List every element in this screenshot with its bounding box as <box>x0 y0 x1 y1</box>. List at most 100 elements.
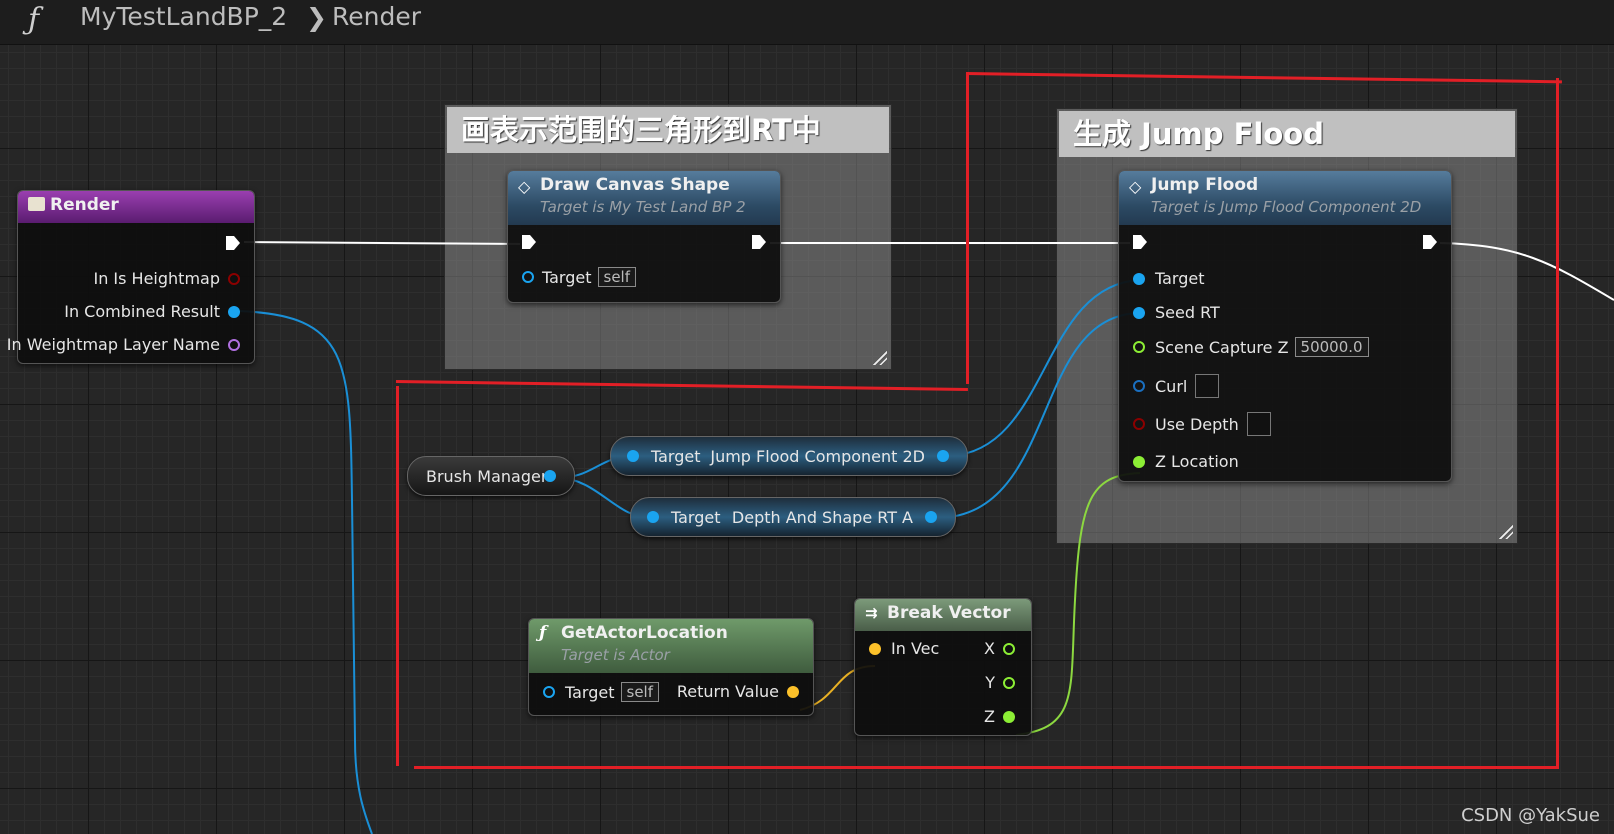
function-call-icon: ◇ <box>1129 177 1142 196</box>
in-combined-result-pin[interactable]: In Combined Result <box>64 302 240 321</box>
pin-label: Return Value <box>676 682 779 701</box>
z-output-pin[interactable]: Z <box>984 707 1015 726</box>
node-subtitle: Target is Jump Flood Component 2D <box>1151 198 1422 216</box>
breadcrumb-graph[interactable]: Render <box>332 2 421 31</box>
target-pin[interactable]: Target <box>1133 269 1205 288</box>
resize-handle-icon[interactable] <box>1499 525 1513 539</box>
float-pin-icon[interactable] <box>1003 710 1015 723</box>
seed-rt-pin[interactable]: Seed RT <box>1133 303 1220 322</box>
graph-breadcrumb-bar: ƒ MyTestLandBP_2 ❯ Render <box>0 0 1614 45</box>
exec-output-pin[interactable] <box>750 233 768 251</box>
exec-output-pin[interactable] <box>224 234 242 252</box>
breadcrumb-blueprint[interactable]: MyTestLandBP_2 <box>80 2 287 31</box>
float-pin-icon[interactable] <box>1133 455 1145 468</box>
pin-label: Use Depth <box>1155 414 1239 434</box>
exec-output-pin[interactable] <box>1421 233 1439 251</box>
use-depth-checkbox[interactable] <box>1246 412 1271 436</box>
curl-pin[interactable]: Curl <box>1133 374 1220 398</box>
pin-label: In Vec <box>891 639 940 658</box>
watermark: CSDN @YakSue <box>1461 805 1600 826</box>
brush-manager-variable-node[interactable]: Brush Manager <box>407 456 575 496</box>
struct-pin-icon[interactable] <box>1133 380 1145 392</box>
use-depth-pin[interactable]: Use Depth <box>1133 412 1271 436</box>
get-actor-location-node[interactable]: ƒ GetActorLocation Target is Actor Targe… <box>528 618 814 716</box>
node-subtitle: Target is Actor <box>561 646 670 664</box>
bool-pin-icon[interactable] <box>1133 418 1145 430</box>
y-output-pin[interactable]: Y <box>985 673 1015 692</box>
in-vec-pin[interactable]: In Vec <box>869 639 939 658</box>
node-title: Jump Flood <box>1151 175 1259 195</box>
target-pin[interactable]: Target self <box>522 267 636 287</box>
event-icon <box>28 197 45 211</box>
resize-handle-icon[interactable] <box>873 351 887 365</box>
get-depth-and-shape-rt-node[interactable]: Target Depth And Shape RT A <box>630 497 956 537</box>
node-title: Break Vector <box>887 603 1011 623</box>
exec-input-pin[interactable] <box>520 233 538 251</box>
exec-pin-icon[interactable] <box>224 234 242 252</box>
float-pin-icon[interactable] <box>1003 642 1015 655</box>
comment-title[interactable]: 画表示范围的三角形到RT中 <box>447 107 889 153</box>
node-header[interactable]: ⇉ Break Vector <box>855 599 1031 631</box>
in-is-heightmap-pin[interactable]: In Is Heightmap <box>93 269 240 288</box>
exec-pin-icon[interactable] <box>1131 233 1149 251</box>
function-icon: ƒ <box>28 2 40 37</box>
vector-pin-icon[interactable] <box>869 642 881 655</box>
object-pin-icon[interactable] <box>228 305 240 318</box>
exec-pin-icon[interactable] <box>1421 233 1439 251</box>
node-header[interactable]: ◇ Jump Flood Target is Jump Flood Compon… <box>1119 171 1451 225</box>
pin-label: Target <box>542 267 592 287</box>
object-pin-icon[interactable] <box>522 271 534 283</box>
node-title: Draw Canvas Shape <box>540 175 730 195</box>
object-pin-icon[interactable] <box>543 686 555 698</box>
vector-pin-icon[interactable] <box>787 685 799 698</box>
exec-pin-icon[interactable] <box>750 233 768 251</box>
pin-label: Target <box>1155 269 1205 288</box>
z-location-pin[interactable]: Z Location <box>1133 452 1239 471</box>
jump-flood-node[interactable]: ◇ Jump Flood Target is Jump Flood Compon… <box>1118 170 1452 482</box>
get-jump-flood-component-node[interactable]: Target Jump Flood Component 2D <box>610 436 968 476</box>
exec-input-pin[interactable] <box>1131 233 1149 251</box>
draw-canvas-shape-node[interactable]: ◇ Draw Canvas Shape Target is My Test La… <box>507 170 781 303</box>
pin-label: Scene Capture Z <box>1155 337 1289 357</box>
object-pin-icon[interactable] <box>1133 272 1145 285</box>
pin-label: Target <box>565 682 615 702</box>
return-value-pin[interactable]: Return Value <box>677 682 799 701</box>
object-pin-icon[interactable] <box>627 450 639 462</box>
float-pin-icon[interactable] <box>1133 341 1145 353</box>
pin-label: Depth And Shape RT A <box>731 508 913 527</box>
target-pin[interactable]: Target self <box>543 682 659 702</box>
pin-label: Jump Flood Component 2D <box>710 447 925 466</box>
pin-label: Target <box>651 447 701 466</box>
pin-label: X <box>984 639 995 658</box>
break-struct-icon: ⇉ <box>865 604 878 622</box>
break-vector-node[interactable]: ⇉ Break Vector In Vec X Y Z <box>854 598 1032 736</box>
curl-color-swatch[interactable] <box>1195 374 1220 398</box>
object-pin-icon[interactable] <box>647 511 659 523</box>
pin-label: In Combined Result <box>64 302 220 321</box>
in-weightmap-layer-name-pin[interactable]: In Weightmap Layer Name <box>7 335 240 354</box>
bool-pin-icon[interactable] <box>228 272 240 285</box>
self-default-value: self <box>597 267 636 287</box>
x-output-pin[interactable]: X <box>984 639 1015 658</box>
variable-label: Brush Manager <box>426 467 548 486</box>
comment-title[interactable]: 生成 Jump Flood <box>1059 111 1515 157</box>
scene-capture-z-input[interactable]: 50000.0 <box>1294 337 1369 357</box>
scene-capture-z-pin[interactable]: Scene Capture Z 50000.0 <box>1133 337 1369 357</box>
name-pin-icon[interactable] <box>228 338 240 351</box>
object-pin-icon[interactable] <box>544 470 556 482</box>
object-pin-icon[interactable] <box>1133 306 1145 319</box>
node-header[interactable]: ◇ Draw Canvas Shape Target is My Test La… <box>508 171 780 225</box>
node-header[interactable]: Render <box>18 191 254 223</box>
exec-pin-icon[interactable] <box>520 233 538 251</box>
node-title: Render <box>50 195 119 215</box>
pin-label: In Is Heightmap <box>93 269 220 288</box>
function-icon: ƒ <box>539 623 547 643</box>
render-event-node[interactable]: Render In Is Heightmap In Combined Resul… <box>7 190 255 364</box>
function-call-icon: ◇ <box>518 177 531 196</box>
node-header[interactable]: ƒ GetActorLocation Target is Actor <box>529 619 813 673</box>
pin-label: Z <box>984 707 995 726</box>
chevron-right-icon: ❯ <box>306 3 327 32</box>
float-pin-icon[interactable] <box>1003 676 1015 689</box>
object-pin-icon[interactable] <box>925 511 937 523</box>
object-pin-icon[interactable] <box>937 450 949 462</box>
